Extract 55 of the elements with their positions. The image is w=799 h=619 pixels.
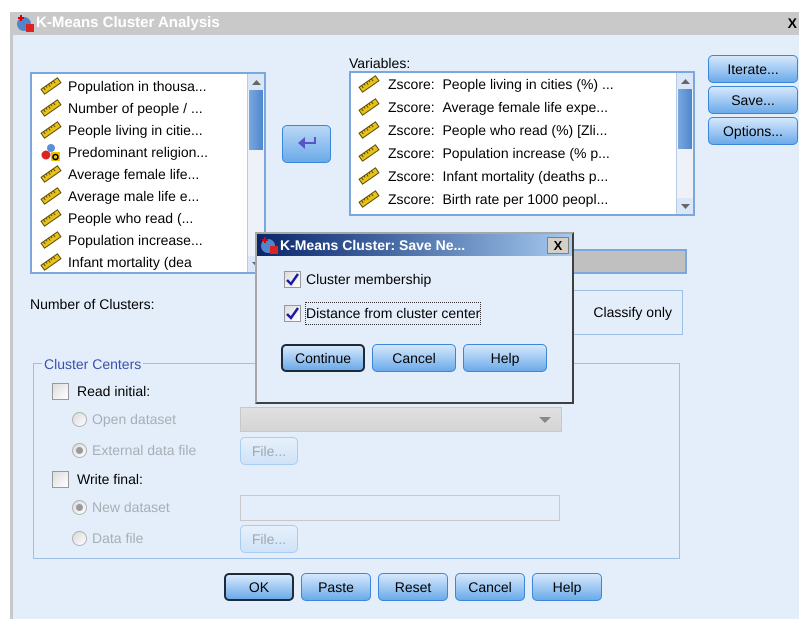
dialog-button[interactable]: Iterate... bbox=[708, 55, 798, 83]
dataset-name-field[interactable] bbox=[240, 494, 560, 520]
dialog-button[interactable]: OK bbox=[224, 573, 294, 601]
radio-label: External data file bbox=[92, 441, 196, 460]
variable-item[interactable]: Population in thousa... bbox=[68, 76, 207, 96]
dialog-button[interactable]: Options... bbox=[708, 117, 798, 145]
variable-item[interactable]: Predominant religion... bbox=[68, 142, 208, 162]
checkbox-label: Read initial: bbox=[77, 382, 150, 400]
close-button[interactable]: X bbox=[788, 13, 797, 34]
variable-item[interactable]: Zscore: Average female life expe... bbox=[388, 96, 608, 118]
dropdown-caret-icon bbox=[539, 416, 551, 422]
app-icon bbox=[16, 15, 34, 32]
checkbox-label: Cluster membership bbox=[305, 270, 432, 289]
variable-item[interactable]: Population increase... bbox=[68, 230, 203, 250]
nominal-variable-icon bbox=[40, 143, 62, 161]
variable-item[interactable]: Zscore: People who read (%) [Zli... bbox=[388, 120, 608, 140]
scroll-down-arrow-icon[interactable] bbox=[680, 204, 690, 208]
scroll-up-arrow-icon[interactable] bbox=[252, 80, 260, 84]
checkbox[interactable] bbox=[284, 305, 301, 322]
variable-item[interactable]: Zscore: Population increase (% p... bbox=[388, 142, 610, 164]
variable-item[interactable]: People living in citie... bbox=[68, 120, 203, 140]
checkbox-label: Write final: bbox=[77, 470, 143, 488]
dialog-button[interactable]: Cancel bbox=[372, 344, 456, 372]
variable-item[interactable]: Zscore: People living in cities (%) ... bbox=[388, 74, 614, 94]
dialog-button[interactable]: Continue bbox=[281, 344, 365, 372]
app-icon bbox=[260, 236, 278, 254]
variable-item[interactable]: Infant mortality (dea bbox=[68, 252, 192, 272]
radio-label: Open dataset bbox=[92, 410, 176, 429]
variable-item[interactable]: Average male life e... bbox=[68, 186, 200, 206]
variable-item[interactable]: People who read (... bbox=[68, 208, 194, 228]
checkbox-label: Distance from cluster center bbox=[305, 302, 482, 325]
dialog-button[interactable]: Reset bbox=[378, 573, 448, 601]
scrollbar[interactable] bbox=[676, 73, 693, 214]
dialog-button[interactable]: Help bbox=[463, 344, 547, 372]
variable-item[interactable]: Zscore: Infant mortality (deaths p... bbox=[388, 166, 608, 186]
number-of-clusters-label: Number of Clusters: bbox=[30, 295, 154, 314]
checkbox[interactable] bbox=[52, 382, 69, 400]
dialog-button[interactable]: Cancel bbox=[455, 573, 525, 601]
radio-label: Data file bbox=[92, 529, 144, 548]
move-variable-button[interactable] bbox=[282, 125, 331, 163]
variable-item[interactable]: Average female life... bbox=[68, 164, 200, 184]
checkbox[interactable] bbox=[52, 470, 69, 488]
close-button[interactable]: X bbox=[547, 236, 569, 254]
scroll-up-arrow-icon[interactable] bbox=[680, 78, 690, 84]
dialog-button[interactable]: Save... bbox=[708, 86, 798, 114]
dialog-button[interactable]: Paste bbox=[301, 573, 371, 601]
variables-label: Variables: bbox=[349, 55, 412, 71]
dialog-title: K-Means Cluster: Save Ne... bbox=[280, 236, 466, 254]
arrow-left-icon bbox=[296, 136, 318, 152]
dialog-button[interactable]: Help bbox=[532, 573, 602, 601]
classify-only-option[interactable]: Classify only bbox=[593, 302, 672, 323]
variable-item[interactable]: Zscore: Birth rate per 1000 peopl... bbox=[388, 188, 608, 210]
checkbox[interactable] bbox=[284, 271, 301, 288]
radio-label: New dataset bbox=[92, 498, 170, 517]
variable-item[interactable]: Number of people / ... bbox=[68, 98, 203, 118]
